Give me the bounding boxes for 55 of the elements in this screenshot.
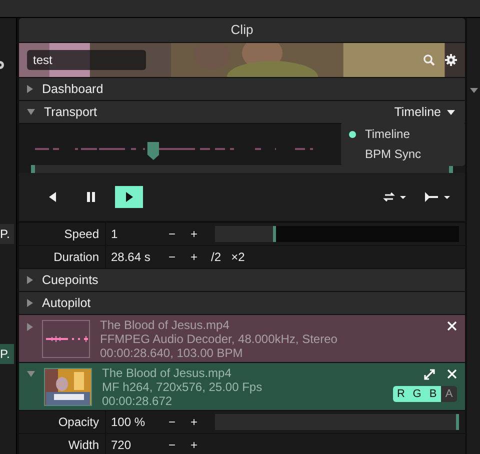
param-value[interactable]: 720 (106, 438, 161, 452)
gear-icon[interactable] (0, 60, 6, 70)
step-button[interactable]: /2 (205, 250, 227, 264)
param-value[interactable]: 100 % (106, 415, 161, 429)
slider-handle[interactable] (273, 226, 276, 242)
layer-name: The Blood of Jesus.mp4 (102, 366, 232, 380)
close-icon[interactable] (447, 321, 457, 331)
increment-button[interactable]: + (183, 438, 205, 452)
layer-codec: FFMPEG Audio Decoder, 48.000kHz, Stereo (100, 332, 338, 346)
panel-title: Clip (19, 18, 465, 43)
section-header[interactable]: Dashboard (19, 77, 465, 100)
layer-codec: MF h264, 720x576, 25.00 Fps (102, 380, 264, 394)
end-mode-dropdown[interactable] (425, 192, 451, 202)
increment-button[interactable]: + (183, 415, 205, 429)
step-button[interactable]: ×2 (227, 250, 249, 264)
channel-toggle[interactable]: B (425, 386, 441, 402)
decrement-button[interactable]: − (161, 227, 183, 241)
side-tab[interactable]: P. (0, 344, 14, 364)
close-icon[interactable] (447, 369, 457, 379)
settings-icon[interactable] (445, 54, 457, 66)
decrement-button[interactable]: − (161, 415, 183, 429)
mode-dropdown[interactable]: Timeline (394, 101, 455, 123)
play-icon (125, 192, 133, 202)
menu-item[interactable]: Timeline (341, 124, 465, 144)
param-value[interactable]: 1 (106, 227, 161, 241)
param-label: Width (19, 434, 106, 454)
pause-icon (86, 192, 96, 202)
playhead-handle[interactable] (147, 142, 160, 160)
channel-toggle[interactable]: R (393, 386, 409, 402)
side-tab[interactable]: P. (0, 224, 14, 244)
slider-handle[interactable] (456, 414, 459, 430)
waveform-thumbnail (42, 320, 90, 358)
layer-item[interactable]: The Blood of Jesus.mp4 MF h264, 720x576, 25.00 Fps 00:00:28.672 R G B A (19, 362, 465, 410)
search-icon[interactable] (423, 54, 435, 66)
layer-item[interactable]: The Blood of Jesus.mp4 FFMPEG Audio Decoder, 48.000kHz, Stereo 00:00:28.640, 103.00 BPM (19, 314, 465, 362)
decrement-button[interactable]: − (161, 438, 183, 452)
play-button[interactable] (115, 186, 143, 208)
layer-name: The Blood of Jesus.mp4 (100, 318, 230, 332)
increment-button[interactable]: + (183, 250, 205, 264)
param-value[interactable]: 28.64 s (106, 250, 161, 264)
section-header[interactable]: Transport (27, 101, 98, 123)
back-icon (49, 192, 57, 202)
loop-dropdown[interactable] (383, 192, 407, 202)
section-header[interactable]: Autopilot (19, 291, 465, 314)
section-header[interactable]: Cuepoints (19, 268, 465, 291)
menu-item[interactable]: BPM Sync (341, 144, 465, 164)
layer-duration: 00:00:28.672 (102, 394, 174, 408)
search-field[interactable]: test (27, 50, 146, 70)
decrement-button[interactable]: − (161, 250, 183, 264)
channel-toggle[interactable]: G (409, 386, 425, 402)
slider[interactable] (215, 226, 459, 242)
layer-duration: 00:00:28.640, 103.00 BPM (100, 346, 244, 360)
channel-toggle[interactable]: A (441, 386, 457, 402)
slider[interactable] (215, 414, 459, 430)
increment-button[interactable]: + (183, 227, 205, 241)
